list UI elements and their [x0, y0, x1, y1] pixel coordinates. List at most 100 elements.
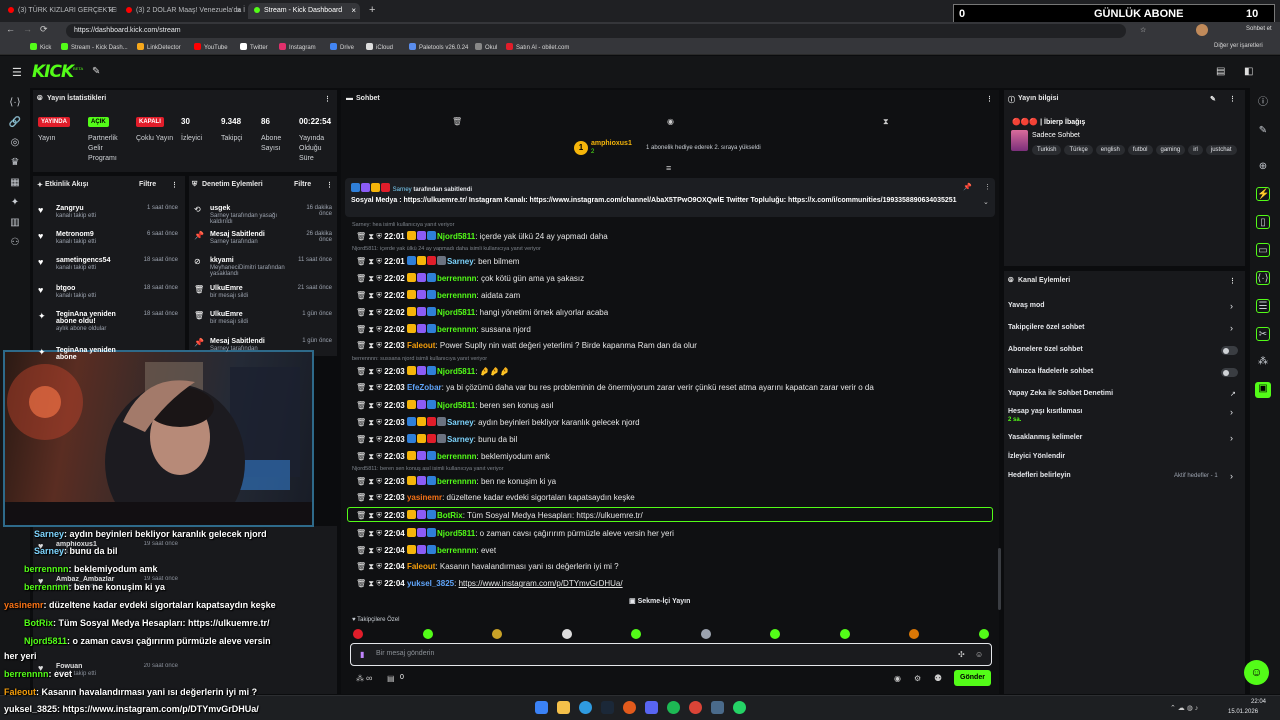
activity-item[interactable]: ♥ btgoo kanalı takip etti 18 saat önce: [38, 285, 178, 299]
chat-message[interactable]: 🗑 ⧗ ⛨ 22:03 BotRix: Tüm Sosyal Medya Hes…: [356, 510, 643, 521]
emote-icon[interactable]: [353, 629, 363, 639]
channel-menu-icon[interactable]: ⋮: [1229, 277, 1236, 285]
delete-message-icon[interactable]: 🗑: [356, 308, 366, 317]
activity-user[interactable]: TeginAna yeniden abone: [56, 347, 116, 361]
channel-action[interactable]: İzleyici Yönlendir: [1008, 453, 1065, 460]
chevron-right-icon[interactable]: ›: [1230, 433, 1233, 443]
stream-category[interactable]: Sadece Sohbet: [1032, 132, 1080, 139]
chat-message[interactable]: 🗑 ⧗ ⛨ 22:01 Njord5811: içerde yak ülkü 2…: [356, 231, 608, 242]
moderation-item[interactable]: 📌 Mesaj Sabitlendi Sarney tarafından 26 d…: [194, 231, 332, 245]
ban-icon[interactable]: ⛨: [376, 418, 382, 427]
timeout-icon[interactable]: ⧗: [368, 546, 374, 555]
timeout-icon[interactable]: ⧗: [368, 477, 374, 486]
trash-icon[interactable]: 🗑: [452, 117, 462, 126]
toggle-switch[interactable]: [1221, 346, 1238, 355]
timeout-icon[interactable]: ⧗: [368, 529, 374, 538]
delete-message-icon[interactable]: 🗑: [356, 341, 366, 350]
ban-icon[interactable]: ⛨: [376, 546, 382, 555]
collapse-icon[interactable]: ≡: [666, 163, 671, 173]
emote-icon[interactable]: [978, 629, 989, 639]
chat-mode-icon[interactable]: ◉: [667, 117, 674, 126]
timeout-icon[interactable]: ⧗: [368, 579, 374, 588]
ban-icon[interactable]: ⛨: [376, 341, 382, 350]
message-user[interactable]: berrennnn: [437, 274, 477, 283]
bookmark-item[interactable]: LinkDetector: [137, 43, 181, 51]
timeout-icon[interactable]: ⧗: [368, 291, 374, 300]
message-user[interactable]: Faleout: [407, 341, 435, 350]
edit-icon[interactable]: ✎: [1256, 124, 1270, 138]
activity-user[interactable]: Zangryu: [56, 205, 84, 212]
url-input[interactable]: https://dashboard.kick.com/stream: [66, 24, 1126, 38]
message-user[interactable]: Faleout: [407, 562, 435, 571]
moderation-item[interactable]: ⟲ usgek Sarney tarafından yasağı kaldırıl…: [194, 205, 332, 225]
send-button[interactable]: Gönder: [954, 670, 991, 686]
delete-message-icon[interactable]: 🗑: [356, 274, 366, 283]
drop-icon[interactable]: ▤: [387, 674, 395, 683]
start-icon[interactable]: [535, 701, 548, 714]
chat-message[interactable]: 🗑 ⧗ ⛨ 22:03 berrennnn: beklemiyodum amk: [356, 451, 550, 462]
chat-message[interactable]: 🗑 ⧗ ⛨ 22:02 berrennnn: çok kötü gün ama …: [356, 273, 584, 284]
support-chat-icon[interactable]: ☺: [1244, 660, 1269, 685]
chat-message[interactable]: 🗑 ⧗ ⛨ 22:03 Njord5811: beren sen konuş a…: [356, 400, 553, 411]
moderation-user[interactable]: UlkuEmre: [210, 311, 243, 318]
emote-icon[interactable]: [561, 629, 572, 639]
chat-bubble-icon[interactable]: ◉: [894, 674, 901, 683]
bookmark-item[interactable]: Instagram: [279, 43, 316, 51]
list-icon[interactable]: ☰: [1256, 299, 1270, 313]
delete-message-icon[interactable]: 🗑: [356, 546, 366, 555]
bookmark-item[interactable]: Satın Al - obilet.com: [506, 43, 569, 51]
chat-menu-icon[interactable]: ⋮: [986, 95, 993, 103]
moderation-user[interactable]: Mesaj Sabitlendi: [210, 231, 265, 238]
message-user[interactable]: Sarney: [447, 435, 474, 444]
external-link-icon[interactable]: ↗: [1230, 390, 1236, 398]
stream-tag[interactable]: irl: [1188, 145, 1203, 155]
chat-message[interactable]: 🗑 ⧗ ⛨ 22:03 Sarney: aydın beyinleri bekl…: [356, 417, 640, 428]
layout-icon[interactable]: ▤: [1216, 66, 1225, 77]
tab-close-icon[interactable]: ×: [108, 6, 113, 15]
pin-icon[interactable]: 📌: [963, 183, 972, 191]
bookmark-item[interactable]: Paletools v26.0.24: [409, 43, 468, 51]
chevron-right-icon[interactable]: ›: [1230, 471, 1233, 481]
mic-icon[interactable]: ▮: [360, 650, 364, 659]
chat-scrollbar[interactable]: [998, 548, 1001, 610]
delete-message-icon[interactable]: 🗑: [356, 401, 366, 410]
delete-message-icon[interactable]: 🗑: [356, 435, 366, 444]
tray-icons[interactable]: ⌃ ☁ ◍ ♪: [1170, 704, 1198, 712]
emote-icon[interactable]: [422, 629, 433, 639]
stream-tag[interactable]: futbol: [1127, 145, 1153, 155]
share-icon[interactable]: ⁂: [1256, 355, 1270, 369]
info-edit-icon[interactable]: ✎: [1210, 95, 1216, 103]
channel-action[interactable]: Takipçilere özel sohbet: [1008, 324, 1085, 331]
emote-icon[interactable]: [909, 629, 919, 639]
chat-message[interactable]: 🗑 ⧗ ⛨ 22:03 Njord5811: 🤌🤌🤌: [356, 366, 510, 377]
chat-bubble-icon[interactable]: ▭: [1256, 243, 1270, 257]
browser-tab[interactable]: (3) 2 DOLAR Maaş! Venezuela'da İl... ×: [120, 3, 245, 19]
channel-action[interactable]: Hedefleri belirleyin: [1008, 472, 1071, 479]
edge-icon[interactable]: [579, 701, 592, 714]
timeout-icon[interactable]: ⧗: [368, 562, 374, 571]
ban-icon[interactable]: ⛨: [376, 401, 382, 410]
chrome-icon[interactable]: [689, 701, 702, 714]
bolt-icon[interactable]: ⚡: [1256, 187, 1270, 201]
activity-filter[interactable]: Filtre: [139, 181, 156, 188]
channel-action[interactable]: Yalnızca İfadelerle sohbet: [1008, 368, 1093, 375]
points-icon[interactable]: ⁂: [356, 674, 364, 683]
ban-icon[interactable]: ⛨: [376, 529, 382, 538]
chat-message[interactable]: 🗑 ⧗ ⛨ 22:03 Sarney: bunu da bil: [356, 434, 517, 445]
bookmark-item[interactable]: Kick: [30, 43, 51, 51]
reload-icon[interactable]: ⟳: [40, 24, 48, 35]
trophy-icon[interactable]: ♛: [8, 156, 22, 170]
timeout-icon[interactable]: ⧗: [368, 493, 374, 502]
chat-message[interactable]: 🗑 ⧗ ⛨ 22:04 Faleout: Kasanın havalandırm…: [356, 562, 619, 572]
book-icon[interactable]: ▥: [8, 216, 22, 230]
timeout-icon[interactable]: ⧗: [368, 383, 374, 392]
message-text[interactable]: https://www.instagram.com/p/DTYmvGrDHUa/: [459, 579, 623, 588]
timeout-icon[interactable]: ⧗: [368, 418, 374, 427]
activity-item[interactable]: ♥ Metronom9 kanalı takip etti 6 saat önce: [38, 231, 178, 245]
forward-icon[interactable]: →: [23, 24, 32, 34]
people-icon[interactable]: ⚇: [8, 236, 22, 250]
channel-action[interactable]: Abonelere özel sohbet: [1008, 346, 1083, 353]
wallet-icon[interactable]: ◧: [1244, 66, 1253, 77]
stream-tag[interactable]: Türkçe: [1064, 145, 1093, 155]
ban-icon[interactable]: ⛨: [376, 452, 382, 461]
